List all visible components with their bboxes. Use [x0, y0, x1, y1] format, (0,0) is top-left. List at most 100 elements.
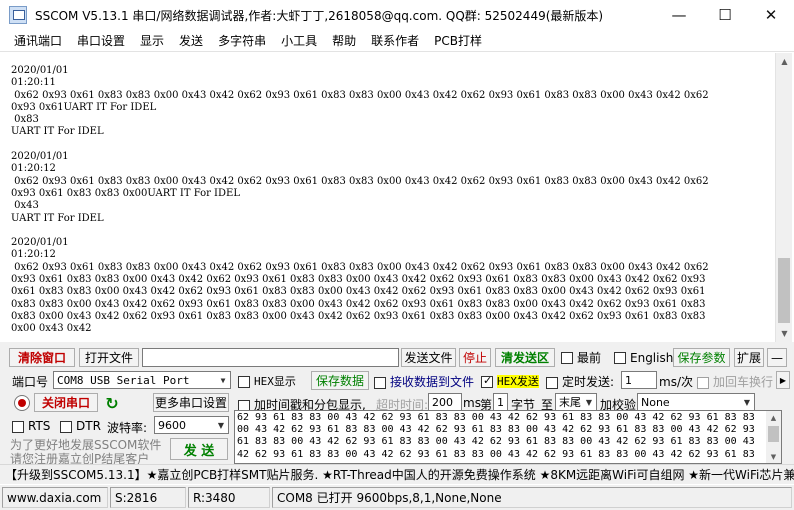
minimize-button[interactable]: —: [656, 0, 702, 30]
end-select[interactable]: 末尾 ▼: [555, 393, 597, 411]
checksum-select[interactable]: None ▼: [637, 393, 755, 411]
timeout-value: 200: [432, 395, 453, 409]
baud-select[interactable]: 9600 ▼: [154, 416, 229, 434]
close-port-button[interactable]: 关闭串口: [34, 393, 98, 412]
port-value: COM8 USB Serial Port: [57, 373, 190, 387]
timed-send-checkbox[interactable]: 定时发送:: [546, 373, 614, 390]
receive-line: 0x83 0x00 0x43 0x42 0x62 0x93 0x61 0x83 …: [11, 310, 706, 322]
sent-count: S:2816: [110, 487, 186, 508]
scroll-down-icon[interactable]: ▼: [766, 450, 781, 463]
toolbar: 清除窗口 打开文件 发送文件 停止 清发送区 最前 English 保存参数 扩…: [0, 345, 794, 369]
recv-to-file-check-icon: [374, 376, 386, 389]
send-line: 62 93 61 83 83 00 43 42 62 93 61 83 83 0…: [237, 412, 755, 423]
collapse-button[interactable]: —: [767, 348, 787, 367]
timed-interval-input[interactable]: 1: [621, 371, 657, 389]
refresh-icon[interactable]: ↻: [103, 394, 121, 413]
hex-send-check-icon: [481, 374, 493, 388]
menu-pcb[interactable]: PCB打样: [434, 32, 482, 49]
port-label: 端口号: [12, 375, 49, 389]
menu-help[interactable]: 帮助: [332, 32, 356, 49]
menu-multi-string[interactable]: 多字符串: [218, 32, 266, 49]
hex-send-checkbox[interactable]: HEX发送: [481, 373, 539, 389]
file-path-input[interactable]: [142, 348, 399, 367]
rts-label: RTS: [28, 419, 51, 433]
add-crlf-label: 加回车换行: [713, 375, 774, 389]
stop-button[interactable]: 停止: [459, 348, 491, 367]
website-link[interactable]: www.daxia.com: [2, 487, 108, 508]
send-button[interactable]: 发 送: [170, 438, 228, 460]
end-value: 末尾: [559, 396, 581, 409]
clear-window-button[interactable]: 清除窗口: [9, 348, 75, 367]
menu-comm-port[interactable]: 通讯端口: [14, 32, 62, 49]
hex-display-checkbox[interactable]: HEX显示: [238, 373, 296, 389]
scroll-up-icon[interactable]: ▲: [766, 411, 781, 424]
chevron-down-icon: ▼: [220, 375, 226, 385]
recv-to-file-checkbox[interactable]: 接收数据到文件: [374, 373, 474, 390]
expand-button[interactable]: 扩展: [734, 348, 764, 367]
menu-tools[interactable]: 小工具: [281, 32, 317, 49]
port-status-indicator: [14, 395, 30, 411]
timeout-input[interactable]: 200: [428, 393, 462, 411]
receive-line: 01:20:12: [11, 249, 56, 261]
byte-index-value: 1: [497, 395, 504, 409]
receive-area[interactable]: 2020/01/01 01:20:11 0x62 0x93 0x61 0x83 0…: [8, 53, 775, 342]
receive-line: 2020/01/01: [11, 151, 69, 163]
dtr-label: DTR: [76, 419, 101, 433]
receive-line: 2020/01/01: [11, 237, 69, 249]
receive-line: 0x93 0x61UART IT For IDEL: [11, 101, 157, 113]
scroll-down-icon[interactable]: ▼: [776, 325, 793, 342]
receive-line: 01:20:11: [11, 77, 56, 89]
byte-index-input[interactable]: 1: [493, 393, 508, 411]
menu-send[interactable]: 发送: [179, 32, 203, 49]
hex-display-label: HEX显示: [254, 375, 296, 388]
baud-label: 波特率:: [107, 421, 148, 435]
clear-send-area-button[interactable]: 清发送区: [495, 348, 555, 367]
receive-line: 0x43: [11, 200, 39, 212]
port-select[interactable]: COM8 USB Serial Port ▼: [53, 371, 231, 389]
port-status: COM8 已打开 9600bps,8,1,None,None: [272, 487, 792, 508]
open-file-button[interactable]: 打开文件: [79, 348, 139, 367]
control-panel: 端口号 COM8 USB Serial Port ▼ HEX显示 保存数据 接收…: [0, 369, 794, 466]
received-count: R:3480: [188, 487, 270, 508]
more-serial-settings-button[interactable]: 更多串口设置: [153, 393, 229, 412]
menu-serial-settings[interactable]: 串口设置: [77, 32, 125, 49]
send-line: 61 83 83 00 43 42 62 93 61 83 83 00 43 4…: [237, 436, 755, 448]
english-check-icon: [614, 351, 626, 364]
hex-display-check-icon: [238, 375, 250, 388]
add-crlf-checkbox[interactable]: 加回车换行: [697, 373, 773, 390]
save-params-button[interactable]: 保存参数: [673, 348, 730, 367]
scroll-thumb[interactable]: [778, 258, 790, 323]
scroll-thumb[interactable]: [768, 426, 779, 442]
topmost-checkbox[interactable]: 最前: [561, 348, 601, 367]
send-line: 00 43 42 62 93 61 83 83 00 43 42 62 93 6…: [237, 424, 755, 436]
receive-line: 0x62 0x93 0x61 0x83 0x83 0x00 0x43 0x42 …: [11, 89, 709, 101]
english-checkbox[interactable]: English: [614, 348, 673, 367]
send-text-area[interactable]: 62 93 61 83 83 00 43 42 62 93 61 83 83 0…: [234, 410, 782, 464]
recv-to-file-label: 接收数据到文件: [390, 375, 475, 389]
save-data-button[interactable]: 保存数据: [311, 371, 369, 390]
menu-contact[interactable]: 联系作者: [371, 32, 419, 49]
window-title: SSCOM V5.13.1 串口/网络数据调试器,作者:大虾丁丁,2618058…: [35, 8, 604, 23]
scroll-up-icon[interactable]: ▲: [776, 53, 793, 70]
more-scroll-right-icon[interactable]: ▶: [776, 371, 790, 389]
rts-checkbox[interactable]: RTS: [12, 419, 50, 433]
receive-line: 0x83 0x83 0x00 0x43 0x42 0x62 0x93 0x61 …: [11, 298, 706, 310]
receive-line: 0x62 0x93 0x61 0x83 0x83 0x00 0x43 0x42 …: [11, 261, 709, 273]
dtr-checkbox[interactable]: DTR: [60, 419, 101, 433]
topmost-label: 最前: [577, 351, 602, 365]
send-scrollbar[interactable]: ▲ ▼: [766, 411, 781, 463]
send-file-button[interactable]: 发送文件: [401, 348, 456, 367]
receive-line: UART IT For IDEL: [11, 212, 104, 224]
close-button[interactable]: ✕: [748, 0, 794, 30]
receive-scrollbar[interactable]: ▲ ▼: [775, 53, 792, 342]
menu-display[interactable]: 显示: [140, 32, 164, 49]
ms-label: ms: [463, 396, 481, 410]
receive-line: [11, 139, 775, 151]
receive-line: 0x62 0x93 0x61 0x83 0x83 0x00 0x43 0x42 …: [11, 175, 709, 187]
timed-send-label: 定时发送:: [562, 375, 615, 389]
chevron-down-icon: ▼: [585, 397, 593, 407]
receive-line: 0x00 0x43 0x42: [11, 323, 92, 335]
timed-send-check-icon: [546, 376, 558, 389]
ad-marquee[interactable]: 【升级到SSCOM5.13.1】★嘉立创PCB打样SMT贴片服务. ★RT-Th…: [0, 464, 794, 484]
maximize-button[interactable]: ☐: [702, 0, 748, 30]
